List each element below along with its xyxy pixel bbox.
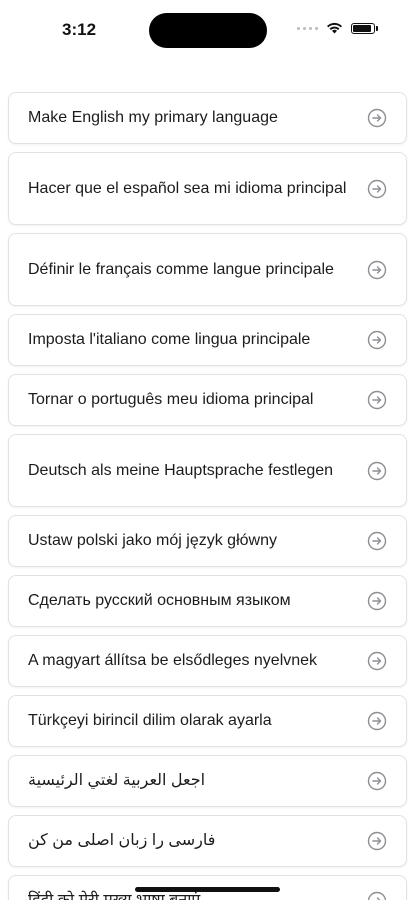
arrow-right-circle-icon — [367, 260, 387, 279]
language-option-label: اجعل العربية لغتي الرئيسية — [28, 772, 206, 789]
language-option-label: Make English my primary language — [28, 109, 278, 126]
language-option-label: Ustaw polski jako mój język główny — [28, 532, 277, 549]
language-option-russian[interactable]: Сделать русский основным языком — [8, 575, 407, 627]
language-option-label: Tornar o português meu idioma principal — [28, 391, 314, 408]
language-option-spanish[interactable]: Hacer que el español sea mi idioma princ… — [8, 152, 407, 225]
language-list: Make English my primary language Hacer q… — [8, 92, 407, 900]
language-option-label: Imposta l'italiano come lingua principal… — [28, 331, 311, 348]
home-indicator[interactable] — [135, 887, 280, 892]
language-option-label: हिंदी को मेरी मुख्य भाषा बनाएं — [28, 891, 200, 900]
battery-icon — [351, 22, 378, 34]
arrow-right-circle-icon — [367, 330, 387, 350]
language-option-turkish[interactable]: Türkçeyi birincil dilim olarak ayarla — [8, 695, 407, 747]
arrow-right-circle-icon — [367, 531, 387, 551]
language-option-label: Hacer que el español sea mi idioma princ… — [28, 179, 347, 197]
language-option-portuguese[interactable]: Tornar o português meu idioma principal — [8, 374, 407, 426]
language-option-label: فارسی را زبان اصلی من کن — [28, 832, 216, 849]
arrow-right-circle-icon — [367, 891, 387, 900]
wifi-icon — [327, 22, 342, 34]
language-option-french[interactable]: Définir le français comme langue princip… — [8, 233, 407, 306]
arrow-right-circle-icon — [367, 771, 387, 791]
language-option-label: A magyart állítsa be elsődleges nyelvnek — [28, 652, 318, 669]
language-option-german[interactable]: Deutsch als meine Hauptsprache festlegen — [8, 434, 407, 507]
phone-screen: 3:12 Make English my primary language Ha… — [0, 0, 415, 900]
arrow-right-circle-icon — [367, 831, 387, 851]
language-option-label: Türkçeyi birincil dilim olarak ayarla — [28, 712, 272, 729]
language-option-label: Сделать русский основным языком — [28, 592, 291, 609]
arrow-right-circle-icon — [367, 711, 387, 731]
language-option-polish[interactable]: Ustaw polski jako mój język główny — [8, 515, 407, 567]
language-option-hungarian[interactable]: A magyart állítsa be elsődleges nyelvnek — [8, 635, 407, 687]
status-icons — [297, 22, 378, 34]
language-option-english[interactable]: Make English my primary language — [8, 92, 407, 144]
arrow-right-circle-icon — [367, 591, 387, 611]
arrow-right-circle-icon — [367, 179, 387, 198]
language-option-italian[interactable]: Imposta l'italiano come lingua principal… — [8, 314, 407, 366]
arrow-right-circle-icon — [367, 461, 387, 480]
language-option-label: Définir le français comme langue princip… — [28, 260, 334, 278]
status-time: 3:12 — [62, 20, 97, 39]
language-option-persian[interactable]: فارسی را زبان اصلی من کن — [8, 815, 407, 867]
language-option-label: Deutsch als meine Hauptsprache festlegen — [28, 461, 334, 479]
arrow-right-circle-icon — [367, 390, 387, 410]
status-bar: 3:12 — [0, 0, 415, 60]
arrow-right-circle-icon — [367, 651, 387, 671]
arrow-right-circle-icon — [367, 108, 387, 128]
language-option-arabic[interactable]: اجعل العربية لغتي الرئيسية — [8, 755, 407, 807]
dynamic-island — [149, 13, 267, 48]
cellular-signal-icon — [297, 26, 318, 30]
